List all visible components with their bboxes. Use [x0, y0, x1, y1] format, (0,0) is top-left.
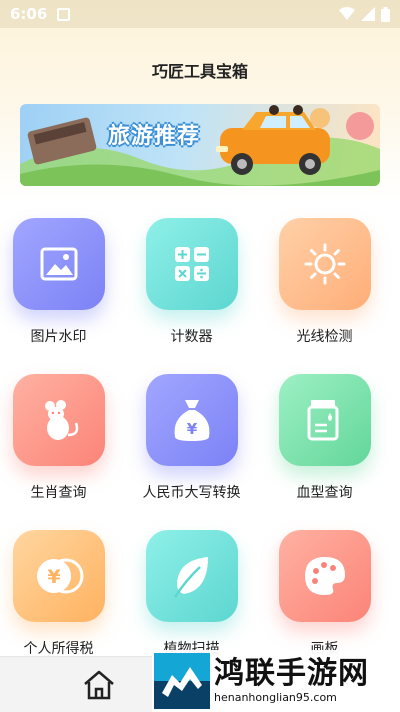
svg-text:¥: ¥: [47, 566, 60, 588]
tool-label: 光线检测: [296, 329, 353, 345]
watermark-logo-icon: [154, 653, 210, 709]
wifi-icon: [339, 7, 355, 20]
watermark: 鸿联手游网 henanhonglian95.com: [152, 650, 400, 712]
watermark-title: 鸿联手游网: [214, 656, 369, 691]
home-icon: [84, 670, 114, 700]
tool-image-watermark[interactable]: 图片水印: [0, 218, 125, 368]
tool-label: 人民币大写转换: [142, 485, 241, 501]
image-icon: [40, 247, 77, 281]
battery-icon: [381, 6, 390, 22]
tool-counter[interactable]: 计数器: [125, 218, 258, 368]
tool-icon-box: ¥: [12, 530, 105, 622]
tool-icon-box: ¥: [145, 374, 238, 466]
tool-icon-box: [278, 218, 371, 310]
tool-icon-box: [145, 218, 238, 310]
tool-icon-box: [12, 218, 105, 310]
tool-rmb-uppercase[interactable]: ¥ 人民币大写转换: [125, 374, 258, 524]
calculator-icon: [174, 247, 209, 281]
status-bar: 6:06: [0, 0, 400, 28]
notification-icon: [57, 7, 71, 21]
rat-icon: [44, 400, 78, 440]
signal-icon: [361, 7, 375, 21]
tool-label: 图片水印: [30, 329, 87, 345]
yen-coin-icon: ¥: [36, 558, 83, 594]
blood-type-icon: [307, 400, 338, 441]
svg-text:¥: ¥: [186, 420, 197, 438]
page-title: 巧匠工具宝箱: [151, 62, 248, 81]
tool-label: 血型查询: [296, 485, 353, 501]
status-time: 6:06: [10, 5, 48, 23]
tool-icon-box: [278, 530, 371, 622]
banner-title: 旅游推荐: [108, 124, 201, 149]
nav-home-button[interactable]: [82, 669, 116, 701]
tool-label: 计数器: [170, 329, 213, 345]
travel-banner[interactable]: 旅游推荐: [20, 104, 380, 186]
tool-label: 个人所得税: [23, 641, 94, 657]
watermark-url: henanhonglian95.com: [214, 691, 337, 704]
money-bag-icon: ¥: [174, 400, 209, 441]
tool-light-meter[interactable]: 光线检测: [258, 218, 391, 368]
tool-icon-box: [145, 530, 238, 622]
leaf-icon: [173, 557, 208, 598]
tool-label: 生肖查询: [30, 485, 87, 501]
tool-icon-box: [278, 374, 371, 466]
palette-icon: [304, 557, 345, 595]
tool-icon-box: [12, 374, 105, 466]
sun-icon: [304, 243, 345, 285]
tool-zodiac-lookup[interactable]: 生肖查询: [0, 374, 125, 524]
tool-blood-type[interactable]: 血型查询: [258, 374, 391, 524]
